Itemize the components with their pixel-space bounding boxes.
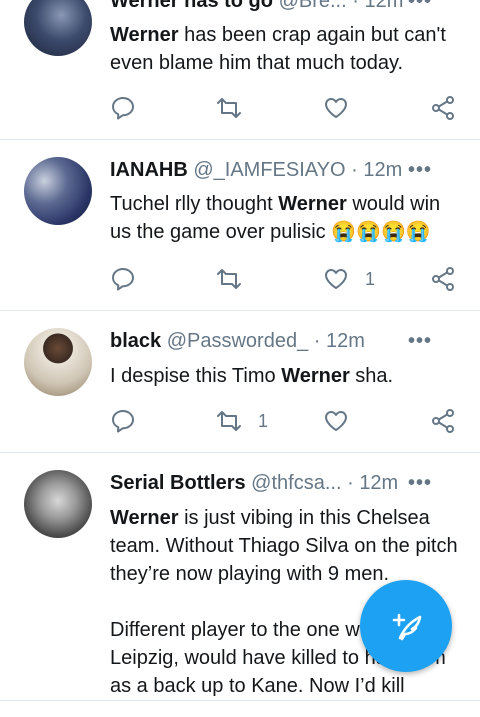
reply-icon — [112, 97, 134, 120]
heart-icon — [325, 411, 347, 431]
tweet-text: Tuchel rlly thought Werner would win us … — [110, 193, 441, 243]
tweet-actions: 1 — [0, 406, 480, 436]
more-options-icon[interactable]: ••• — [408, 0, 432, 16]
more-options-icon[interactable]: ••• — [408, 468, 432, 498]
tweet-header: Serial Bottlers @thfcsa... · 12m ••• — [110, 468, 458, 498]
author-handle[interactable]: @Bre... — [279, 0, 347, 12]
tweet-card[interactable]: IANAHB @_IAMFESIAYO · 12m ••• Tuchel rll… — [0, 139, 480, 311]
heart-icon — [325, 98, 347, 118]
share-icon — [432, 96, 454, 120]
avatar[interactable] — [24, 328, 92, 396]
share-button[interactable] — [430, 93, 456, 123]
like-button[interactable] — [323, 406, 365, 436]
highlighted-keyword: Werner — [110, 24, 179, 46]
author-name[interactable]: IANAHB — [110, 159, 188, 181]
tweet-text: Werner has been crap again but can't eve… — [110, 24, 446, 74]
retweet-button[interactable] — [216, 264, 258, 294]
reply-icon — [112, 410, 134, 433]
tweet-header: Werner has to go @Bre... · 12m ••• — [110, 0, 458, 16]
timestamp: 12m — [359, 472, 399, 494]
share-button[interactable] — [430, 264, 456, 294]
author-handle[interactable]: @_IAMFESIAYO — [193, 159, 345, 181]
separator: · — [347, 472, 354, 494]
compose-feather-icon — [392, 613, 422, 641]
highlighted-keyword: Werner — [278, 193, 347, 215]
highlighted-keyword: Werner — [110, 507, 179, 529]
more-options-icon[interactable]: ••• — [408, 326, 432, 356]
tweet-header: black @Passworded_ · 12m ••• — [110, 326, 458, 356]
like-button[interactable] — [323, 93, 365, 123]
author-name[interactable]: Werner has to go — [110, 0, 273, 12]
timestamp: 12m — [363, 159, 403, 181]
tweet-actions: 1 — [0, 264, 480, 294]
retweet-button[interactable]: 1 — [216, 406, 268, 436]
more-options-icon[interactable]: ••• — [408, 155, 432, 185]
reply-button[interactable] — [110, 406, 136, 436]
separator: · — [352, 0, 359, 12]
tweet-actions — [0, 93, 480, 123]
author-handle[interactable]: @Passworded_ — [167, 330, 308, 352]
author-name[interactable]: Serial Bottlers — [110, 472, 246, 494]
retweet-icon — [217, 98, 241, 118]
retweet-button[interactable] — [216, 93, 258, 123]
retweet-count: 1 — [258, 410, 269, 431]
retweet-icon — [217, 269, 241, 289]
like-button[interactable]: 1 — [323, 264, 375, 294]
divider — [0, 700, 480, 701]
tweet-text: I despise this Timo Werner sha. — [110, 365, 394, 387]
avatar[interactable] — [24, 157, 92, 225]
avatar[interactable] — [24, 470, 92, 538]
author-handle[interactable]: @thfcsa... — [251, 472, 341, 494]
separator: · — [313, 330, 321, 352]
retweet-icon — [217, 411, 241, 431]
timestamp: 12m — [364, 0, 404, 12]
highlighted-keyword: Werner — [281, 365, 350, 387]
reply-icon — [112, 268, 134, 291]
tweet-card[interactable]: Werner has to go @Bre... · 12m ••• Werne… — [0, 0, 480, 140]
compose-tweet-button[interactable] — [360, 580, 452, 672]
share-icon — [432, 267, 454, 291]
timestamp: 12m — [326, 330, 365, 352]
tweet-card[interactable]: black @Passworded_ · 12m ••• I despise t… — [0, 310, 480, 453]
separator: · — [351, 159, 358, 181]
share-icon — [432, 409, 454, 433]
reply-button[interactable] — [110, 93, 136, 123]
author-name[interactable]: black — [110, 330, 161, 352]
like-count: 1 — [365, 268, 376, 289]
heart-icon — [325, 269, 347, 289]
tweet-header: IANAHB @_IAMFESIAYO · 12m ••• — [110, 155, 458, 185]
avatar[interactable] — [24, 0, 92, 56]
share-button[interactable] — [430, 406, 456, 436]
reply-button[interactable] — [110, 264, 136, 294]
